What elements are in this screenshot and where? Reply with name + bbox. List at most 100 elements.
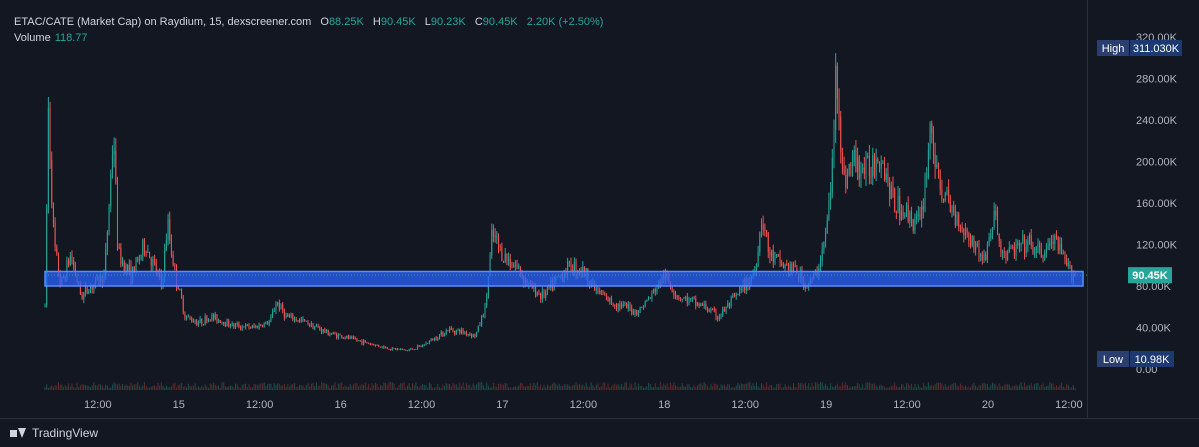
- volume-bar: [184, 386, 186, 390]
- volume-bar: [353, 384, 355, 390]
- candle-body: [342, 337, 344, 339]
- volume-bar: [938, 382, 940, 390]
- candle-body: [774, 257, 776, 263]
- candle-body: [268, 321, 270, 325]
- volume-bar: [880, 384, 882, 390]
- candle-body: [997, 215, 999, 234]
- volume-bar: [912, 387, 914, 390]
- candle-body: [708, 310, 710, 312]
- volume-bar: [116, 384, 119, 390]
- volume-bar: [678, 386, 680, 390]
- volume-bar: [1072, 385, 1074, 390]
- volume-bar: [823, 385, 825, 390]
- candle-body: [339, 334, 341, 336]
- volume-bar: [1071, 387, 1073, 390]
- candle-body: [322, 329, 324, 332]
- volume-bar: [245, 383, 247, 390]
- volume-bar: [401, 383, 403, 390]
- volume-bar: [497, 383, 500, 390]
- volume-bar: [723, 384, 725, 390]
- volume-bar: [848, 387, 850, 390]
- volume-bar: [386, 384, 388, 390]
- tradingview-brand[interactable]: TradingView: [10, 426, 98, 440]
- candle-body: [105, 249, 107, 275]
- volume-bar: [939, 382, 941, 390]
- volume-bar: [113, 382, 115, 390]
- volume-bar: [1040, 384, 1042, 390]
- volume-bar: [154, 385, 156, 390]
- volume-bar: [103, 387, 105, 390]
- volume-bar: [615, 385, 618, 390]
- candle-body: [172, 254, 174, 266]
- candle-body: [467, 334, 469, 336]
- volume-bar: [1034, 383, 1036, 390]
- candle-body: [683, 298, 685, 300]
- volume-bar: [953, 382, 955, 390]
- candle-body: [617, 303, 619, 309]
- candle-body: [145, 252, 147, 254]
- volume-bar: [398, 385, 400, 390]
- candle-body: [985, 254, 987, 260]
- candle-body: [206, 316, 208, 322]
- candle-body: [693, 297, 695, 299]
- candle-body: [383, 346, 385, 349]
- candle-body: [438, 334, 441, 339]
- candle-body: [784, 264, 786, 269]
- candle-body: [388, 348, 390, 350]
- volume-bar: [516, 386, 518, 390]
- candle-body: [150, 258, 152, 266]
- candle-body: [841, 151, 843, 167]
- volume-bar: [707, 385, 709, 390]
- volume-bar: [568, 385, 570, 390]
- y-tick-label: 240.00K: [1136, 115, 1178, 127]
- volume-bar: [599, 387, 601, 390]
- volume-bar: [791, 387, 793, 390]
- candle-body: [496, 236, 498, 238]
- candle-body: [823, 241, 825, 250]
- market-cap-chart[interactable]: 0.0040.00K80.00K120.00K160.00K200.00K240…: [0, 0, 1199, 418]
- volume-bar: [855, 386, 857, 390]
- volume-bar: [624, 382, 626, 390]
- volume-bar: [44, 386, 46, 390]
- volume-bar: [921, 387, 923, 390]
- volume-bar: [337, 383, 339, 390]
- candle-body: [379, 346, 381, 348]
- candle-body: [390, 349, 392, 351]
- volume-bar: [1017, 386, 1019, 390]
- volume-bar: [916, 387, 918, 390]
- candle-body: [875, 159, 877, 176]
- volume-bar: [857, 383, 859, 390]
- candle-body: [964, 227, 966, 236]
- volume-bar: [246, 387, 248, 390]
- volume-bar: [354, 383, 356, 390]
- candle-body: [54, 222, 56, 248]
- volume-bar: [583, 386, 585, 390]
- candle-body: [503, 260, 505, 262]
- volume-bar: [558, 383, 560, 390]
- volume-bar: [578, 383, 580, 390]
- volume-bar: [172, 383, 174, 390]
- candle-body: [241, 326, 243, 329]
- volume-bar: [494, 386, 496, 390]
- volume-bar: [589, 387, 591, 390]
- volume-bar: [964, 385, 966, 390]
- volume-bar: [413, 385, 415, 390]
- candle-body: [324, 329, 326, 333]
- volume-bar: [892, 385, 894, 390]
- candle-body: [494, 235, 496, 238]
- candle-body: [140, 254, 142, 260]
- volume-bar: [430, 384, 432, 390]
- volume-bar: [197, 386, 199, 390]
- volume-bar: [422, 383, 424, 390]
- candle-body: [516, 264, 518, 267]
- candle-body: [204, 316, 206, 325]
- volume-bar: [132, 385, 134, 390]
- candle-body: [1010, 247, 1012, 249]
- candle-body: [442, 331, 444, 337]
- volume-bar: [894, 382, 896, 390]
- volume-bar: [1056, 385, 1058, 390]
- volume-bar: [1066, 383, 1068, 390]
- candle-body: [226, 320, 228, 327]
- volume-bar: [801, 383, 803, 390]
- candle-body: [717, 317, 719, 319]
